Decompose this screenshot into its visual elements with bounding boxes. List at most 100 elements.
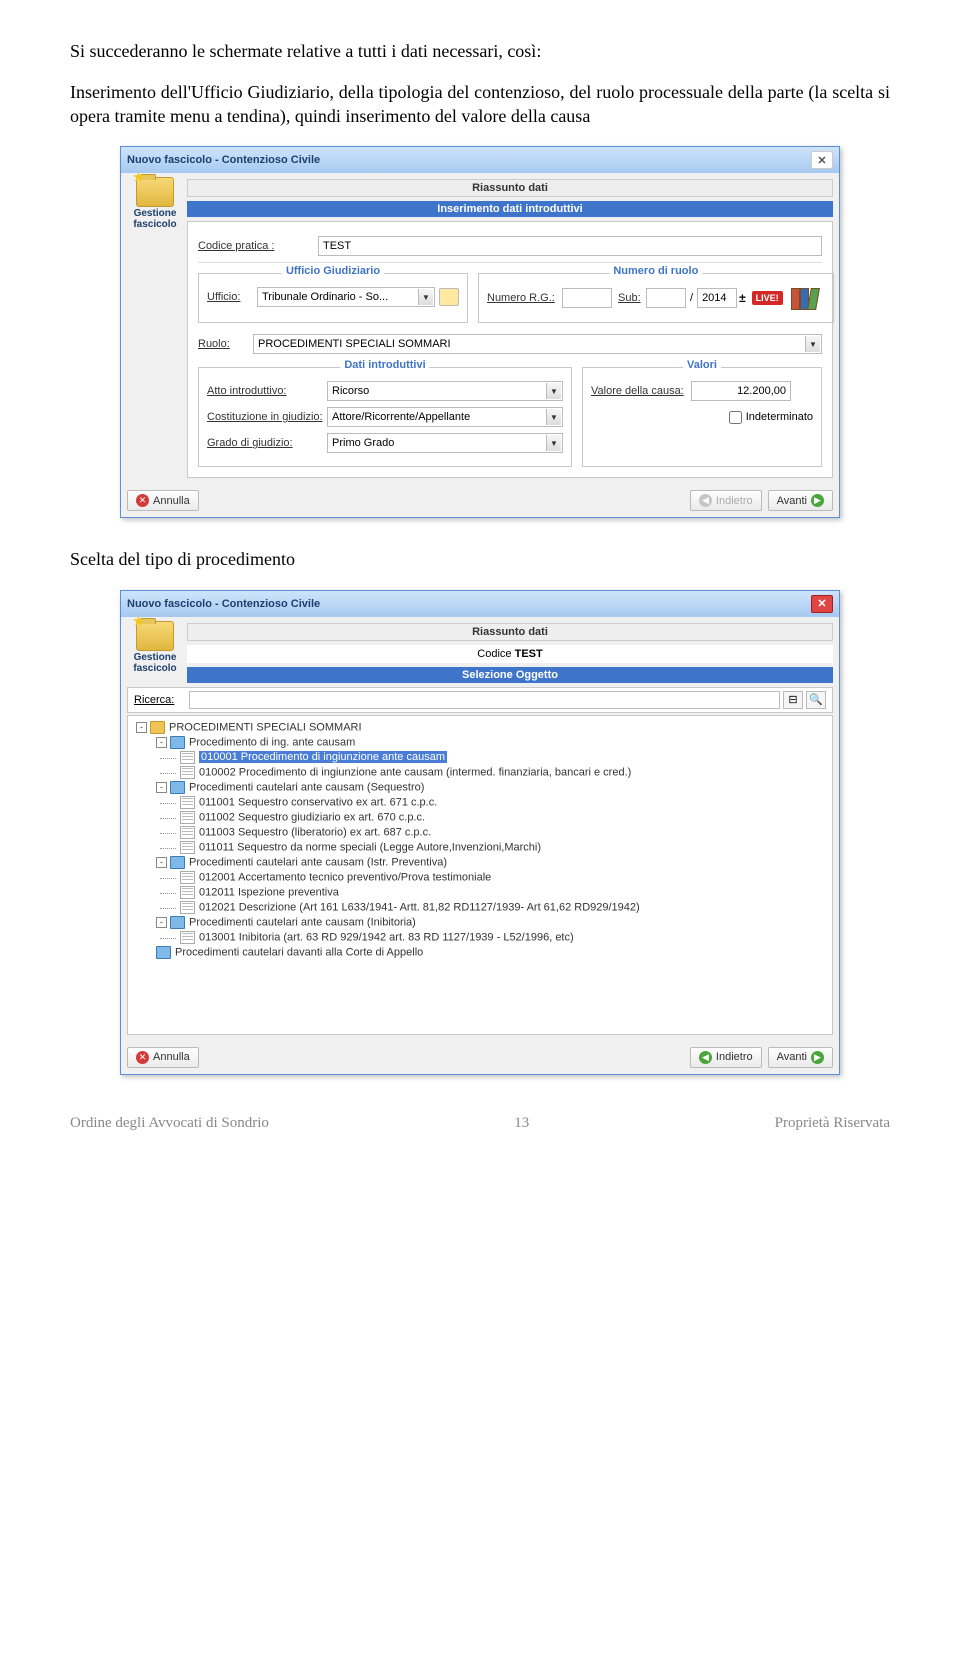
chevron-down-icon[interactable]: ▼	[418, 289, 433, 305]
tree-item-label: 012011 Ispezione preventiva	[199, 886, 339, 898]
collapse-tool-icon[interactable]: ⊟	[783, 691, 803, 709]
riassunto-dati-bar[interactable]: Riassunto dati	[187, 623, 833, 641]
ricerca-input[interactable]	[189, 691, 780, 709]
tree-item[interactable]: 011002 Sequestro giudiziario ex art. 670…	[132, 810, 828, 825]
books-icon[interactable]	[791, 286, 825, 310]
page-icon	[180, 811, 195, 824]
ruolo-select[interactable]	[253, 334, 822, 354]
indietro-button[interactable]: ◀ Indietro	[690, 1047, 762, 1068]
sub-input[interactable]	[646, 288, 686, 308]
search-tool-icon[interactable]: 🔍	[806, 691, 826, 709]
tree-folder[interactable]: - Procedimenti cautelari ante causam (Seq…	[132, 780, 828, 795]
chevron-down-icon[interactable]: ▼	[546, 409, 561, 425]
page-icon	[180, 826, 195, 839]
annulla-button[interactable]: ✕ Annulla	[127, 490, 199, 511]
tree-item[interactable]: 011003 Sequestro (liberatorio) ex art. 6…	[132, 825, 828, 840]
ufficio-giudiziario-legend: Ufficio Giudiziario	[282, 265, 384, 277]
valori-legend: Valori	[683, 359, 721, 371]
back-icon: ◀	[699, 494, 712, 507]
tree-item-label: 012021 Descrizione (Art 161 L633/1941- A…	[199, 901, 640, 913]
tree-item[interactable]: 012001 Accertamento tecnico preventivo/P…	[132, 870, 828, 885]
expander-icon[interactable]: -	[156, 917, 167, 928]
tree-item[interactable]: 012021 Descrizione (Art 161 L633/1941- A…	[132, 900, 828, 915]
year-input[interactable]	[697, 288, 737, 308]
expander-icon[interactable]: -	[156, 737, 167, 748]
riassunto-dati-bar[interactable]: Riassunto dati	[187, 179, 833, 197]
ricerca-label: Ricerca:	[134, 694, 189, 706]
ufficio-select[interactable]	[257, 287, 435, 307]
numero-rg-input[interactable]	[562, 288, 612, 308]
tree-item[interactable]: 010002 Procedimento di ingiunzione ante …	[132, 765, 828, 780]
numero-rg-label: Numero R.G.:	[487, 292, 562, 304]
annulla-button[interactable]: ✕ Annulla	[127, 1047, 199, 1068]
live-badge[interactable]: LIVE!	[752, 291, 783, 305]
gestione-fascicolo-button[interactable]: Gestione fascicolo	[127, 175, 183, 230]
expander-icon[interactable]: -	[156, 782, 167, 793]
gestione-fascicolo-button[interactable]: Gestione fascicolo	[127, 619, 183, 674]
atto-introduttivo-label: Atto introduttivo:	[207, 385, 327, 397]
page-icon	[180, 751, 195, 764]
page-footer: Ordine degli Avvocati di Sondrio 13 Prop…	[70, 1115, 890, 1132]
grado-giudizio-select[interactable]	[327, 433, 563, 453]
tree-root[interactable]: - PROCEDIMENTI SPECIALI SOMMARI	[132, 720, 828, 735]
tree-item-label: Procedimenti cautelari ante causam (Inib…	[189, 916, 416, 928]
indeterminato-checkbox[interactable]	[729, 411, 742, 424]
costituzione-select[interactable]	[327, 407, 563, 427]
tree-item-label: 011001 Sequestro conservativo ex art. 67…	[199, 796, 437, 808]
grado-giudizio-label: Grado di giudizio:	[207, 437, 327, 449]
folder-icon	[170, 736, 185, 749]
cancel-icon: ✕	[136, 494, 149, 507]
codice-pratica-input[interactable]	[318, 236, 822, 256]
doc-p3: Scelta del tipo di procedimento	[70, 548, 890, 571]
tree-item[interactable]: 012011 Ispezione preventiva	[132, 885, 828, 900]
footer-page-number: 13	[269, 1115, 775, 1132]
tree-folder[interactable]: - Procedimento di ing. ante causam	[132, 735, 828, 750]
valore-causa-input[interactable]	[691, 381, 791, 401]
dialog2-title: Nuovo fascicolo - Contenzioso Civile	[127, 598, 320, 610]
close-icon[interactable]: ✕	[811, 151, 833, 169]
tree-item-label: 011003 Sequestro (liberatorio) ex art. 6…	[199, 826, 431, 838]
expander-icon[interactable]: -	[156, 857, 167, 868]
tree-item-label: Procedimento di ing. ante causam	[189, 736, 355, 748]
tree-item[interactable]: 010001 Procedimento di ingiunzione ante …	[132, 750, 828, 765]
cancel-icon: ✕	[136, 1051, 149, 1064]
folder-icon	[170, 781, 185, 794]
chevron-down-icon[interactable]: ▼	[546, 435, 561, 451]
year-stepper[interactable]: ±	[739, 291, 746, 305]
dialog-new-fascicolo-intro: Nuovo fascicolo - Contenzioso Civile ✕ G…	[120, 146, 840, 518]
codice-pratica-label: Codice pratica :	[198, 240, 318, 252]
expander-icon[interactable]: -	[136, 722, 147, 733]
tree-item[interactable]: 011001 Sequestro conservativo ex art. 67…	[132, 795, 828, 810]
folder-icon	[136, 621, 174, 651]
atto-introduttivo-select[interactable]	[327, 381, 563, 401]
tree-item-label: 010001 Procedimento di ingiunzione ante …	[199, 751, 447, 763]
scheda-icon[interactable]	[439, 288, 459, 306]
tree-folder[interactable]: - Procedimenti cautelari ante causam (Ist…	[132, 855, 828, 870]
tree-item-label: 011011 Sequestro da norme speciali (Legg…	[199, 841, 541, 853]
folder-icon	[170, 916, 185, 929]
page-icon	[180, 796, 195, 809]
indeterminato-label: Indeterminato	[746, 411, 813, 423]
codice-bar: Codice TEST	[187, 645, 833, 663]
tree-item[interactable]: 013001 Inibitoria (art. 63 RD 929/1942 a…	[132, 930, 828, 945]
tree-folder[interactable]: - Procedimenti cautelari ante causam (Ini…	[132, 915, 828, 930]
page-icon	[180, 871, 195, 884]
page-icon	[180, 931, 195, 944]
doc-p2: Inserimento dell'Ufficio Giudiziario, de…	[70, 81, 890, 128]
tree-item[interactable]: 011011 Sequestro da norme speciali (Legg…	[132, 840, 828, 855]
numero-ruolo-legend: Numero di ruolo	[609, 265, 702, 277]
dati-introduttivi-legend: Dati introduttivi	[340, 359, 429, 371]
forward-icon: ▶	[811, 1051, 824, 1064]
oggetto-tree[interactable]: -PROCEDIMENTI SPECIALI SOMMARI-Procedime…	[127, 715, 833, 1035]
dialog1-titlebar: Nuovo fascicolo - Contenzioso Civile ✕	[121, 147, 839, 173]
tree-folder[interactable]: Procedimenti cautelari davanti alla Cort…	[132, 945, 828, 960]
tree-item-label: 010002 Procedimento di ingiunzione ante …	[199, 766, 631, 778]
avanti-button[interactable]: Avanti ▶	[768, 1047, 833, 1068]
tree-item-label: Procedimenti cautelari ante causam (Sequ…	[189, 781, 424, 793]
chevron-down-icon[interactable]: ▼	[805, 336, 820, 352]
tree-item-label: Procedimenti cautelari ante causam (Istr…	[189, 856, 447, 868]
close-icon[interactable]: ✕	[811, 595, 833, 613]
tree-item-label: PROCEDIMENTI SPECIALI SOMMARI	[169, 721, 362, 733]
avanti-button[interactable]: Avanti ▶	[768, 490, 833, 511]
chevron-down-icon[interactable]: ▼	[546, 383, 561, 399]
